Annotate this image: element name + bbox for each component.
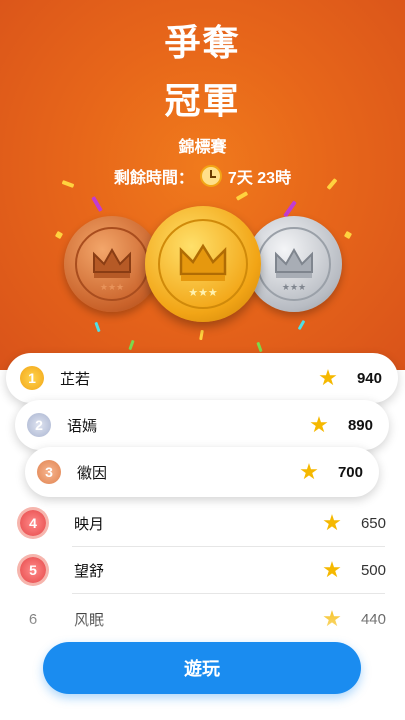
gold-medal-icon: ★★★ xyxy=(145,206,261,322)
confetti xyxy=(94,321,101,333)
confetti xyxy=(199,329,204,341)
crown-icon: ★★★ xyxy=(158,219,248,309)
confetti xyxy=(343,230,353,240)
player-name: 映月 xyxy=(74,515,105,533)
rank-badge: 5 xyxy=(20,557,46,583)
star-icon: ★ xyxy=(322,510,342,535)
star-icon: ★ xyxy=(299,459,319,484)
timer-row: 剩餘時間： 7天 23時 xyxy=(0,164,405,188)
player-name: 语嫣 xyxy=(67,417,98,435)
confetti xyxy=(54,230,64,240)
svg-text:★★★: ★★★ xyxy=(282,282,306,292)
confetti xyxy=(235,191,249,201)
rank-badge: 4 xyxy=(20,510,46,536)
player-name: 风眠 xyxy=(74,611,105,629)
player-name: 芷若 xyxy=(60,370,91,388)
bronze-rank-badge: 3 xyxy=(37,460,61,484)
hero-banner: 爭奪 冠軍 錦標賽 剩餘時間： 7天 23時 ★★★ ★★★ ★★★ xyxy=(0,0,405,370)
timer-label: 剩餘時間： xyxy=(113,170,194,187)
rank-number: 6 xyxy=(28,610,38,628)
svg-text:★★★: ★★★ xyxy=(188,287,218,299)
gold-rank-badge: 1 xyxy=(20,366,44,390)
player-score: 650 xyxy=(360,514,386,532)
leaderboard-row-3[interactable]: 3 徽因 ★ 700 xyxy=(25,447,379,497)
svg-text:★★★: ★★★ xyxy=(100,282,124,292)
player-score: 890 xyxy=(347,416,373,434)
star-icon: ★ xyxy=(309,412,329,437)
player-name: 徽因 xyxy=(77,464,108,482)
confetti xyxy=(297,319,306,331)
leaderboard-row-4[interactable]: 4 映月 ★ 650 xyxy=(16,500,390,546)
confetti xyxy=(256,341,263,353)
confetti xyxy=(283,200,297,218)
silver-rank-badge: 2 xyxy=(27,413,51,437)
star-icon: ★ xyxy=(318,365,338,390)
confetti xyxy=(128,339,135,351)
title-line-2: 冠軍 xyxy=(164,80,241,121)
player-name: 望舒 xyxy=(74,562,105,580)
tournament-label: 錦標賽 xyxy=(178,139,227,156)
player-score: 940 xyxy=(356,369,382,387)
play-button[interactable]: 遊玩 xyxy=(43,642,361,694)
confetti xyxy=(91,196,103,212)
title-line-1: 爭奪 xyxy=(164,22,241,63)
player-score: 700 xyxy=(337,463,363,481)
clock-icon xyxy=(199,165,222,187)
leaderboard-row-2[interactable]: 2 语嫣 ★ 890 xyxy=(15,400,389,450)
star-icon: ★ xyxy=(322,557,342,582)
player-score: 440 xyxy=(360,610,386,628)
divider xyxy=(72,593,385,594)
leaderboard-row-1[interactable]: 1 芷若 ★ 940 xyxy=(6,353,398,403)
timer-value: 7天 23時 xyxy=(227,170,292,187)
leaderboard-row-5[interactable]: 5 望舒 ★ 500 xyxy=(16,547,390,593)
star-icon: ★ xyxy=(322,606,342,631)
leaderboard-row-6[interactable]: 6 风眠 ★ 440 xyxy=(16,596,390,642)
player-score: 500 xyxy=(360,561,386,579)
